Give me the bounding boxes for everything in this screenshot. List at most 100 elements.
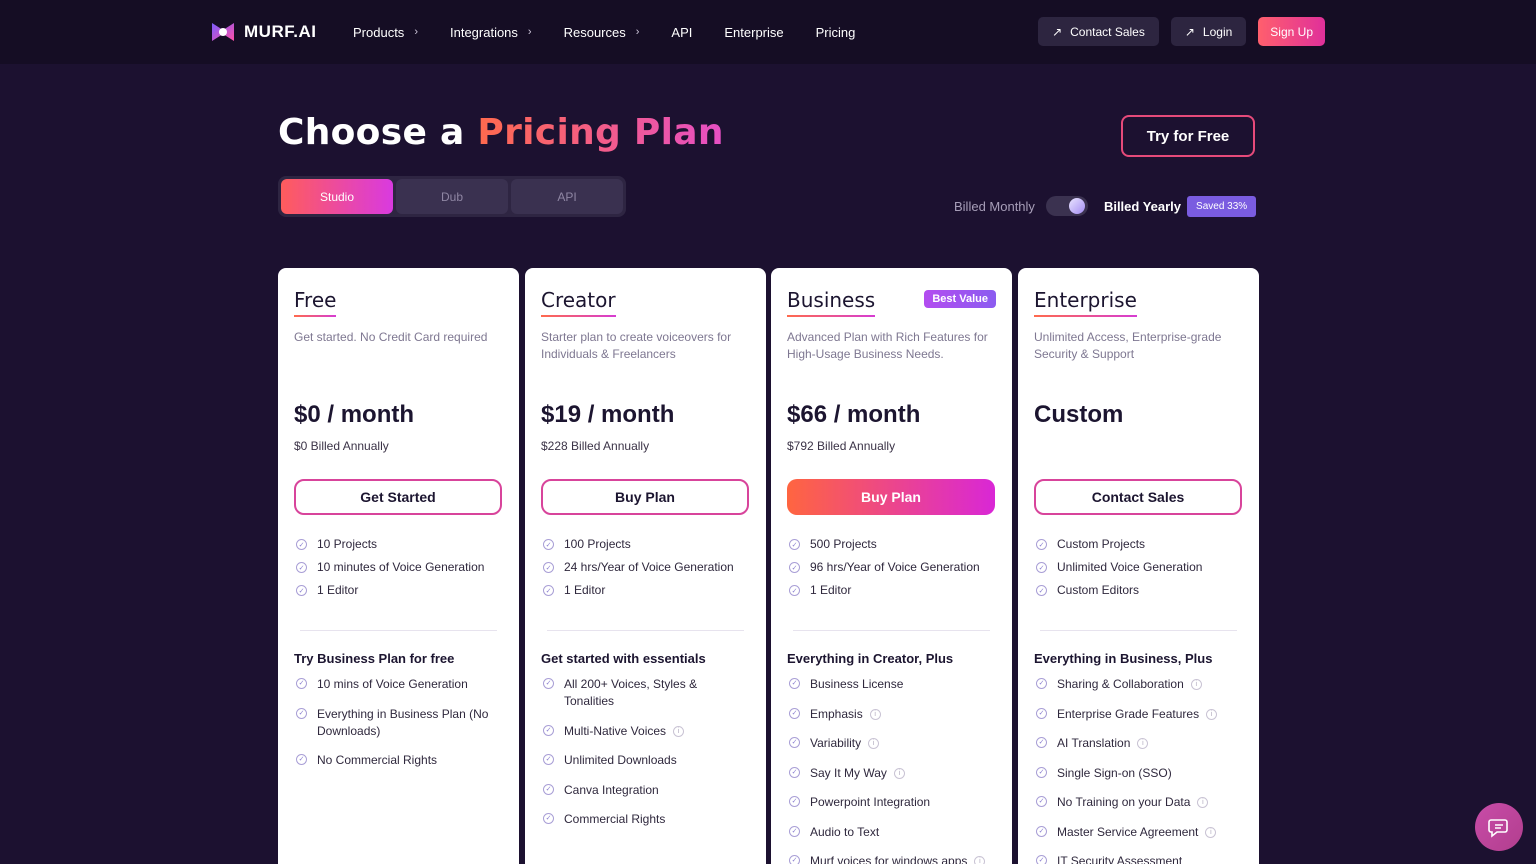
section-features: ✓ All 200+ Voices, Styles & Tonalities ✓ Mu… [541,676,750,828]
plan-billed: $0 Billed Annually [294,439,389,453]
check-circle-icon: ✓ [789,825,800,837]
section-item-label: All 200+ Voices, Styles & Tonalities [564,677,698,708]
info-icon[interactable]: i [673,725,685,737]
murf-logo[interactable]: MURF.AI [210,20,316,44]
nav-api[interactable]: API [671,25,692,40]
section-title: Everything in Business, Plus [1034,651,1213,666]
section-item-label: Unlimited Downloads [564,753,677,767]
nav-products[interactable]: Products › [353,25,418,40]
contact-sales-label: Contact Sales [1070,24,1145,39]
section-item: ✓ Canva Integration [541,782,750,799]
sign-up-button[interactable]: Sign Up [1258,17,1325,46]
plan-card-enterprise: Enterprise Unlimited Access, Enterprise-g… [1018,268,1259,864]
tab-dub[interactable]: Dub [396,179,508,214]
contact-sales-button[interactable]: ↗ Contact Sales [1038,17,1159,46]
check-circle-icon: ✓ [789,766,800,778]
tab-studio[interactable]: Studio [281,179,393,214]
check-circle-icon: ✓ [789,539,800,550]
tab-api[interactable]: API [511,179,623,214]
chevron-right-icon: › [527,26,532,38]
section-item: ✓ Say It My Way i [787,765,996,782]
section-item: ✓ Murf voices for windows apps i [787,853,996,864]
check-circle-icon: ✓ [1036,678,1047,689]
section-item-label: Murf voices for windows apps [810,854,968,864]
logo-text: MURF.AI [244,22,317,41]
feature-item: ✓ 1 Editor [787,583,996,606]
plan-cta-button[interactable]: Get Started [294,479,502,515]
plan-name: Creator [541,288,616,317]
nav-pricing[interactable]: Pricing [816,25,856,40]
billing-toggle[interactable] [1045,196,1088,216]
check-circle-icon: ✓ [1036,562,1047,573]
feature-label: Custom Editors [1057,583,1140,597]
info-icon[interactable]: i [1205,826,1217,838]
check-circle-icon: ✓ [543,539,554,550]
feature-item: ✓ Custom Projects [1034,537,1243,560]
feature-label: 24 hrs/Year of Voice Generation [564,560,734,574]
section-item: ✓ Unlimited Downloads [541,752,750,769]
section-item: ✓ Variability i [787,735,996,752]
plan-cta-button[interactable]: Buy Plan [787,479,995,515]
plan-cta-button[interactable]: Buy Plan [541,479,749,515]
feature-item: ✓ 96 hrs/Year of Voice Generation [787,560,996,583]
section-features: ✓ Sharing & Collaboration i ✓ Enterprise Gra… [1034,676,1243,864]
info-icon[interactable]: i [869,708,881,720]
divider [1040,630,1237,631]
feature-item: ✓ Unlimited Voice Generation [1034,560,1243,583]
check-circle-icon: ✓ [1036,707,1047,719]
divider [547,630,744,631]
section-item: ✓ Powerpoint Integration [787,794,996,811]
info-icon[interactable]: i [868,738,880,749]
login-button[interactable]: ↗ Login [1170,17,1247,46]
section-item: ✓ Multi-Native Voices i [541,723,750,740]
section-item: ✓ Commercial Rights [541,811,750,828]
section-item: ✓ Audio to Text [787,824,996,841]
section-item: ✓ IT Security Assessment [1034,853,1243,864]
chat-icon [1488,819,1508,838]
info-icon[interactable]: i [1206,708,1218,720]
chat-widget-button[interactable] [1475,803,1523,851]
info-icon[interactable]: i [974,856,986,864]
check-circle-icon: ✓ [1036,585,1047,596]
plan-price: $0 / month [294,401,415,428]
feature-label: 500 Projects [810,537,877,551]
info-icon[interactable]: i [1137,738,1149,749]
plan-price: $19 / month [541,401,675,428]
plan-card-business: Business Best Value Advanced Plan with Ric… [771,268,1012,864]
section-item-label: Commercial Rights [564,812,666,826]
check-circle-icon: ✓ [543,678,554,689]
feature-label: 100 Projects [564,537,631,551]
section-item: ✓ No Commercial Rights [294,752,503,769]
section-item: ✓ Business License [787,676,996,693]
check-circle-icon: ✓ [543,813,554,824]
plan-cta-button[interactable]: Contact Sales [1034,479,1242,515]
section-item-label: Business License [810,677,904,691]
info-icon[interactable]: i [893,767,905,779]
check-circle-icon: ✓ [543,585,554,596]
nav-api-label: API [671,24,693,40]
nav-enterprise[interactable]: Enterprise [724,25,783,40]
billed-monthly-label: Billed Monthly [954,198,1035,214]
nav-enterprise-label: Enterprise [724,24,784,40]
info-icon[interactable]: i [1190,679,1202,690]
section-item-label: Everything in Business Plan (No Download… [317,706,489,738]
check-circle-icon: ✓ [296,539,307,550]
plan-description: Get started. No Credit Card required [294,330,488,344]
check-circle-icon: ✓ [543,754,554,765]
nav-resources[interactable]: Resources › [564,25,640,40]
top-nav: MURF.AI Products › Integrations › Resour… [0,0,1536,64]
sign-up-label: Sign Up [1270,24,1313,39]
section-title: Try Business Plan for free [294,651,455,666]
best-value-badge: Best Value [924,290,996,308]
check-circle-icon: ✓ [1036,539,1047,550]
section-item-label: Enterprise Grade Features [1057,706,1200,721]
check-circle-icon: ✓ [296,585,307,596]
section-item: ✓ AI Translation i [1034,735,1243,752]
nav-integrations[interactable]: Integrations › [450,25,532,40]
section-item: ✓ 10 mins of Voice Generation [294,676,503,693]
billed-yearly-label: Billed Yearly [1103,198,1182,214]
info-icon[interactable]: i [1197,797,1209,808]
try-for-free-button[interactable]: Try for Free [1121,115,1255,157]
nav-integrations-label: Integrations [449,24,518,40]
feature-label: 96 hrs/Year of Voice Generation [810,560,980,574]
